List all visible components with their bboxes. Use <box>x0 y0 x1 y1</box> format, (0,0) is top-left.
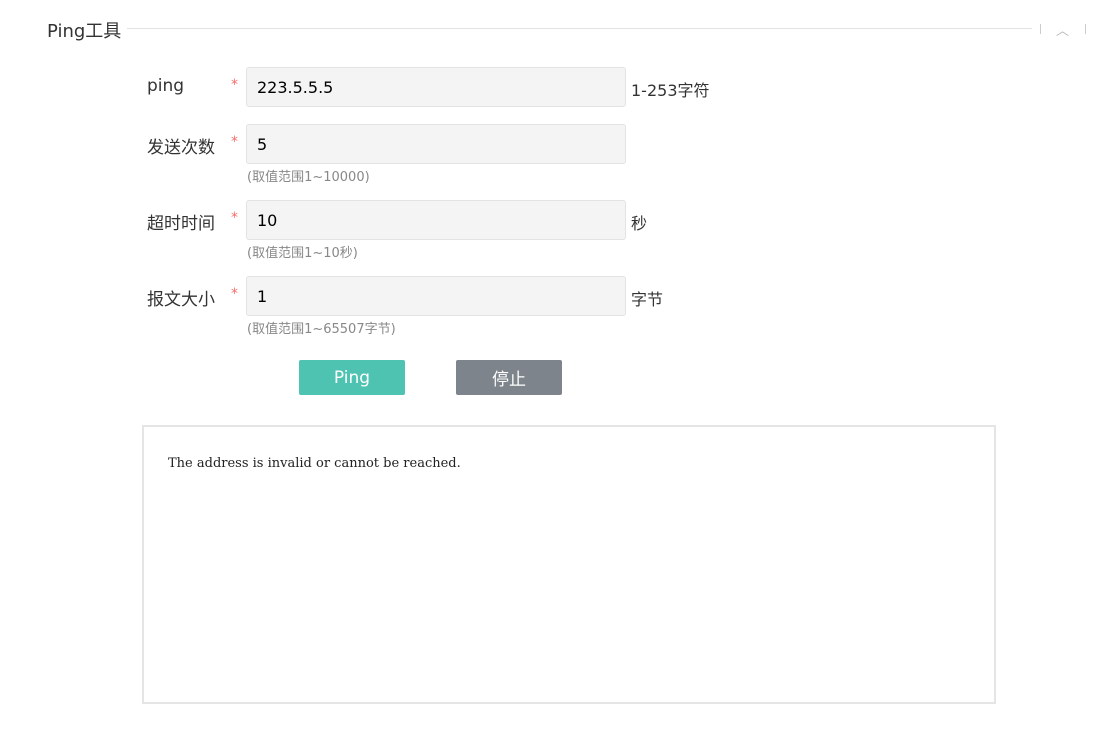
send-count-range-hint: (取值范围1~10000) <box>247 170 370 185</box>
ping-address-input[interactable] <box>246 67 626 107</box>
ping-label: ping <box>147 76 185 96</box>
required-mark: * <box>231 77 238 93</box>
send-count-input[interactable] <box>246 124 626 164</box>
packet-size-range-hint: (取值范围1~65507字节) <box>247 322 396 337</box>
divider-bar <box>1085 24 1086 34</box>
section-title: Ping工具 <box>47 17 128 43</box>
stop-button[interactable]: 停止 <box>456 360 562 395</box>
collapse-control[interactable]: ︿ <box>1040 20 1086 39</box>
packet-size-unit: 字节 <box>631 290 664 309</box>
timeout-unit: 秒 <box>631 214 648 233</box>
timeout-range-hint: (取值范围1~10秒) <box>247 246 358 261</box>
timeout-row: 超时时间 * 秒 (取值范围1~10秒) <box>147 200 847 261</box>
required-mark: * <box>231 286 238 302</box>
ping-length-hint: 1-253字符 <box>631 81 710 100</box>
required-mark: * <box>231 210 238 226</box>
ping-output-text: The address is invalid or cannot be reac… <box>168 456 461 471</box>
chevron-up-icon[interactable]: ︿ <box>1056 20 1069 39</box>
packet-size-row: 报文大小 * 字节 (取值范围1~65507字节) <box>147 276 847 337</box>
ping-row: ping * 1-253字符 <box>147 67 847 107</box>
divider-bar <box>1040 24 1041 34</box>
ping-button[interactable]: Ping <box>299 360 405 395</box>
ping-output-panel: The address is invalid or cannot be reac… <box>142 425 996 704</box>
required-mark: * <box>231 134 238 150</box>
packet-size-input[interactable] <box>246 276 626 316</box>
section-header: Ping工具 ︿ <box>47 14 1092 44</box>
send-count-label: 发送次数 <box>147 138 215 158</box>
timeout-input[interactable] <box>246 200 626 240</box>
section-divider <box>127 28 1032 29</box>
packet-size-label: 报文大小 <box>147 290 215 310</box>
send-count-row: 发送次数 * (取值范围1~10000) <box>147 124 847 185</box>
timeout-label: 超时时间 <box>147 214 215 234</box>
